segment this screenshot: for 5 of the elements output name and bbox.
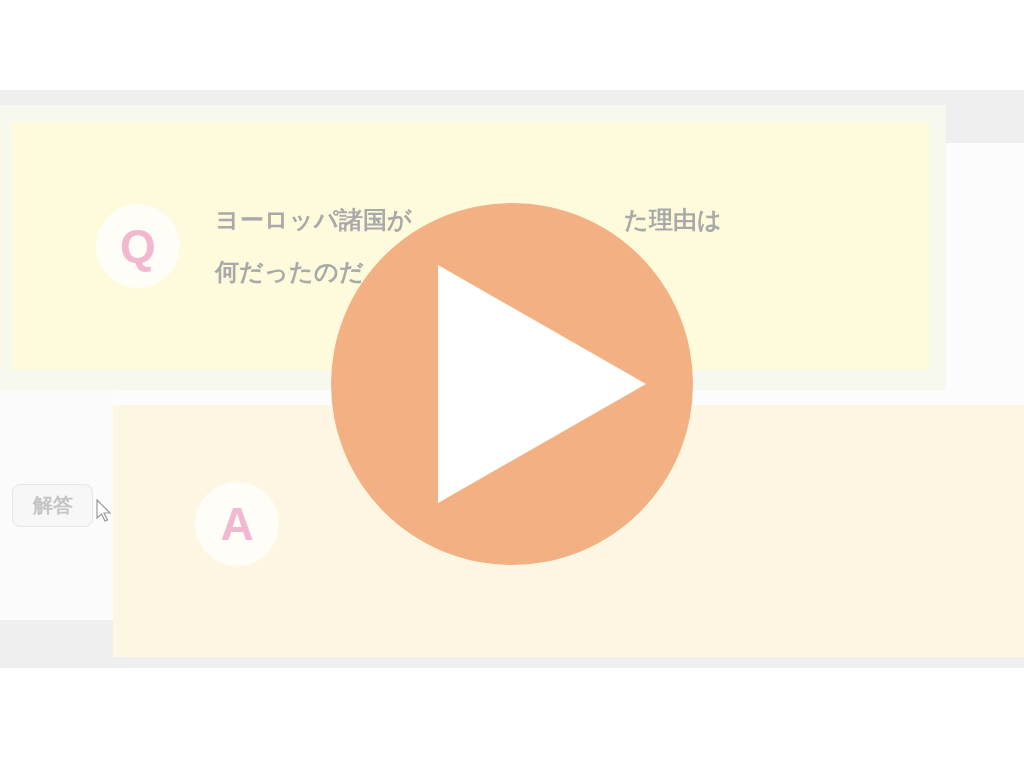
question-mark-badge: Q <box>96 204 180 288</box>
question-text: た理由は <box>624 205 722 236</box>
question-text: ヨーロッパ諸国が <box>215 205 412 236</box>
question-text: 何だったのだ <box>215 257 364 288</box>
answer-mark-badge: A <box>195 482 279 566</box>
